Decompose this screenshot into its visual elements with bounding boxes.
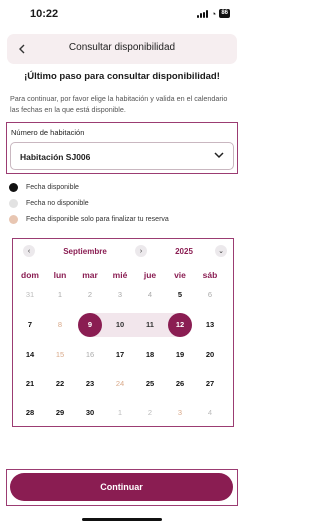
status-time: 10:22 <box>30 8 59 20</box>
status-icons: ◔ 86 <box>196 8 230 19</box>
calendar-day[interactable]: 25 <box>138 372 162 396</box>
calendar-day: 6 <box>207 290 213 299</box>
calendar-day[interactable]: 19 <box>168 343 192 367</box>
continue-section: Continuar <box>6 469 238 506</box>
continue-button[interactable]: Continuar <box>10 473 233 501</box>
calendar-day[interactable]: 10 <box>108 313 132 337</box>
weekday-label: vie <box>174 270 186 280</box>
legend-item-unavailable: Fecha no disponible <box>9 195 169 211</box>
calendar-day: 3 <box>117 290 123 299</box>
calendar-day-selected[interactable]: 12 <box>168 313 192 337</box>
signal-icon <box>196 9 208 18</box>
battery-icon: 86 <box>219 9 230 18</box>
headline: ¡Último paso para consultar disponibilid… <box>24 71 220 82</box>
legend-label: Fecha disponible <box>26 183 79 191</box>
legend-dot-finish-only <box>9 214 18 224</box>
calendar: ‹ Septiembre › 2025 ⌄ dom lun mar mié jue vie… <box>12 238 234 427</box>
year-label[interactable]: 2025 <box>159 247 209 256</box>
room-label: Número de habitación <box>11 128 85 137</box>
chevron-right-icon: › <box>139 247 143 255</box>
legend-label: Fecha disponible solo para finalizar tu … <box>26 215 169 223</box>
legend-dot-unavailable <box>9 198 18 208</box>
legend-item-available: Fecha disponible <box>9 179 169 195</box>
calendar-day-selected[interactable]: 9 <box>78 313 102 337</box>
calendar-day: 1 <box>57 290 63 299</box>
calendar-day[interactable]: 7 <box>18 313 42 337</box>
calendar-day: 2 <box>87 290 93 299</box>
calendar-day[interactable]: 24 <box>108 372 132 396</box>
calendar-day[interactable]: 22 <box>48 372 72 396</box>
page-title: Consultar disponibilidad <box>68 42 176 53</box>
calendar-day[interactable]: 23 <box>78 372 102 396</box>
calendar-day[interactable]: 28 <box>18 401 42 425</box>
calendar-day[interactable]: 15 <box>48 343 72 367</box>
intro-text: Para continuar, por favor elige la habit… <box>10 94 228 114</box>
calendar-day[interactable]: 30 <box>78 401 102 425</box>
weekday-label: dom <box>21 270 39 280</box>
calendar-day[interactable]: 5 <box>168 283 192 307</box>
calendar-day: 31 <box>25 290 35 299</box>
month-label[interactable]: Septiembre <box>45 247 125 256</box>
calendar-day[interactable]: 18 <box>138 343 162 367</box>
weekday-label: mar <box>82 270 98 280</box>
calendar-day: 16 <box>85 350 95 359</box>
calendar-day: 1 <box>117 408 123 417</box>
chevron-down-icon <box>214 152 224 159</box>
status-bar: 10:22 ◔ 86 <box>0 0 244 28</box>
calendar-day[interactable]: 11 <box>138 313 162 337</box>
calendar-day[interactable]: 3 <box>168 401 192 425</box>
legend-label: Fecha no disponible <box>26 199 89 207</box>
calendar-day[interactable]: 14 <box>18 343 42 367</box>
prev-month-button[interactable]: ‹ <box>23 245 35 257</box>
room-select-value: Habitación SJ006 <box>20 152 91 162</box>
next-month-button[interactable]: › <box>135 245 147 257</box>
weekday-label: sáb <box>202 270 218 280</box>
legend: Fecha disponible Fecha no disponible Fec… <box>9 179 169 227</box>
wifi-icon: ◔ <box>210 8 217 19</box>
legend-dot-available <box>9 182 18 192</box>
calendar-day[interactable]: 20 <box>198 343 222 367</box>
room-section: Número de habitación Habitación SJ006 <box>6 122 238 174</box>
chevron-left-icon: ‹ <box>27 247 31 255</box>
year-dropdown-button[interactable]: ⌄ <box>215 245 227 257</box>
calendar-day[interactable]: 29 <box>48 401 72 425</box>
header-bar: Consultar disponibilidad <box>7 34 237 64</box>
calendar-day[interactable]: 21 <box>18 372 42 396</box>
calendar-day[interactable]: 17 <box>108 343 132 367</box>
calendar-day[interactable]: 26 <box>168 372 192 396</box>
calendar-day[interactable]: 27 <box>198 372 222 396</box>
calendar-day[interactable]: 13 <box>198 313 222 337</box>
calendar-nav: ‹ Septiembre › 2025 ⌄ <box>13 239 233 263</box>
calendar-day: 4 <box>147 290 153 299</box>
weekday-label: jue <box>143 270 157 280</box>
calendar-day: 2 <box>147 408 153 417</box>
calendar-day: 4 <box>207 408 213 417</box>
weekday-label: lun <box>53 270 67 280</box>
calendar-day[interactable]: 8 <box>48 313 72 337</box>
legend-item-finish-only: Fecha disponible solo para finalizar tu … <box>9 211 169 227</box>
home-indicator <box>82 518 162 521</box>
weekday-label: mié <box>112 270 128 280</box>
room-select[interactable]: Habitación SJ006 <box>10 142 234 170</box>
chevron-down-icon: ⌄ <box>218 248 224 255</box>
